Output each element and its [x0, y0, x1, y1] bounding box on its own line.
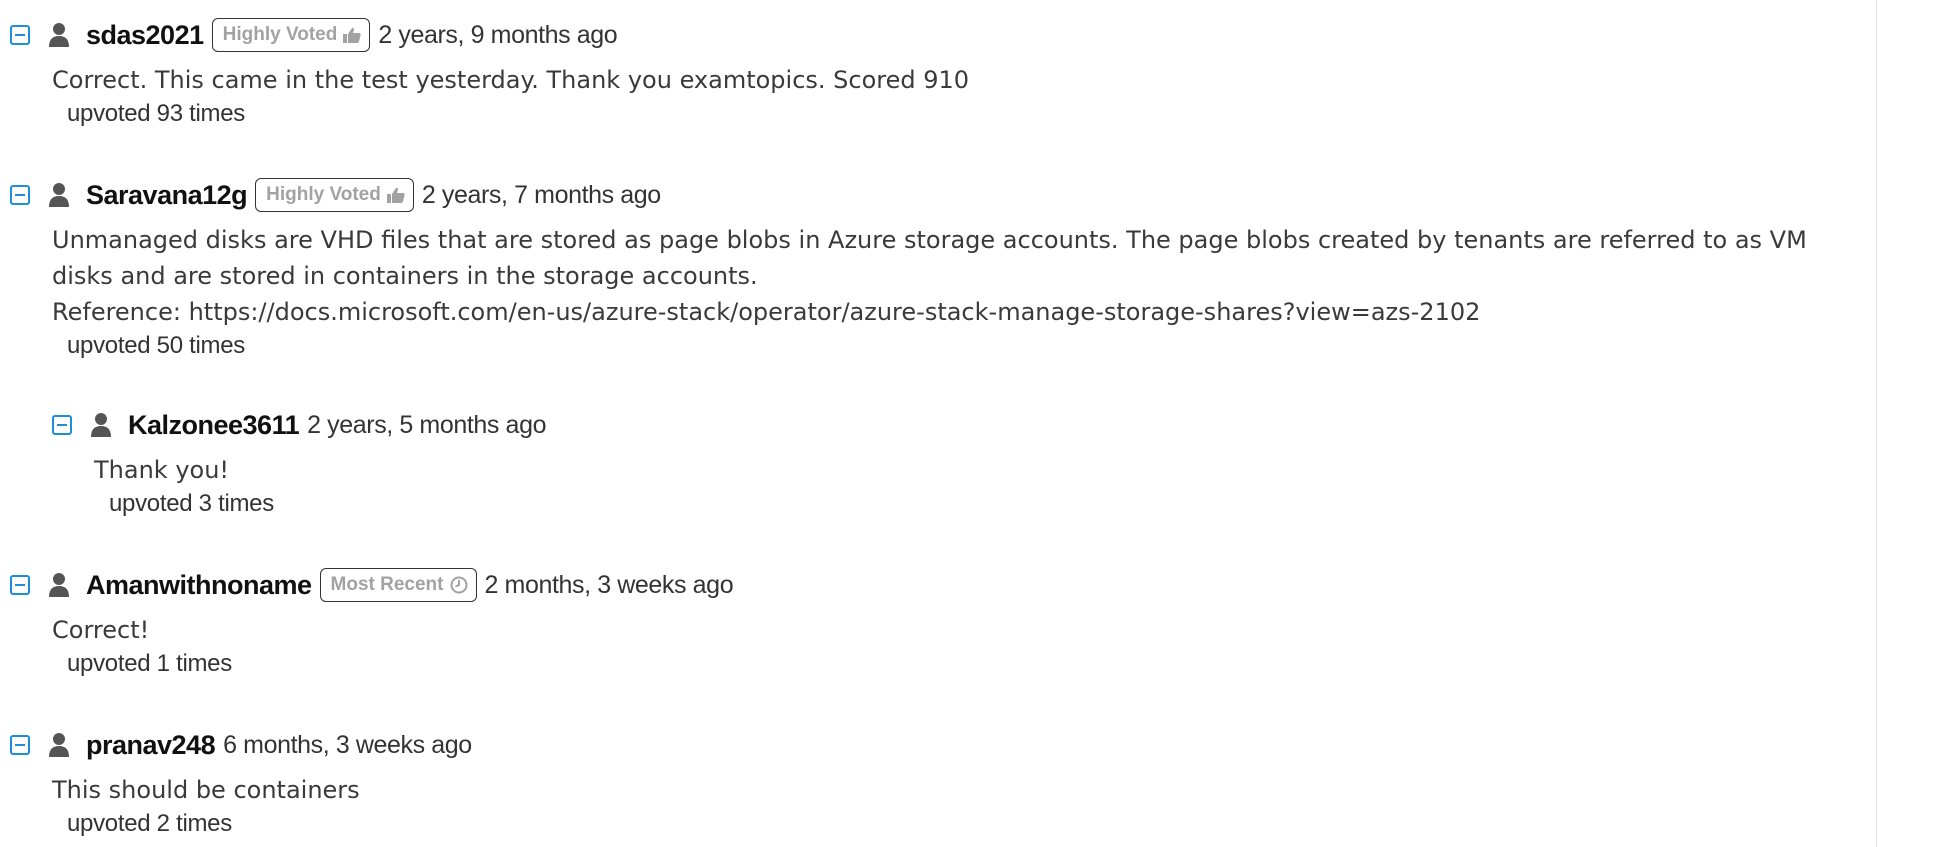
comment-header: Saravana12g Highly Voted 2 years, 7 mont… — [10, 174, 1807, 216]
comment-text-line: Unmanaged disks are VHD files that are s… — [52, 226, 1807, 254]
most-recent-badge: Most Recent — [319, 568, 477, 602]
reply-comment: Kalzonee3611 2 years, 5 months ago Thank… — [52, 404, 546, 518]
thumbs-up-icon — [343, 27, 361, 43]
upvote-count: upvoted 50 times — [67, 332, 245, 359]
comment: Amanwithnoname Most Recent 2 months, 3 w… — [10, 564, 734, 678]
user-icon — [48, 22, 70, 48]
comment-username[interactable]: pranav248 — [86, 730, 216, 761]
comment-header: pranav248 6 months, 3 weeks ago — [10, 724, 472, 766]
collapse-toggle-icon[interactable] — [10, 575, 30, 595]
comment-username[interactable]: Kalzonee3611 — [128, 410, 300, 441]
comment-header: Amanwithnoname Most Recent 2 months, 3 w… — [10, 564, 734, 606]
comment-username[interactable]: Amanwithnoname — [86, 570, 312, 601]
comment-header: sdas2021 Highly Voted 2 years, 9 months … — [10, 14, 969, 56]
comment-body: Unmanaged disks are VHD files that are s… — [52, 222, 1807, 330]
comment-body: Correct! — [52, 612, 733, 648]
comment-body: This should be containers — [52, 772, 472, 808]
comment: pranav248 6 months, 3 weeks ago This sho… — [10, 724, 472, 838]
collapse-toggle-icon[interactable] — [10, 735, 30, 755]
comment: Saravana12g Highly Voted 2 years, 7 mont… — [10, 174, 1807, 360]
user-icon — [48, 732, 70, 758]
comment-text-line: disks and are stored in containers in th… — [52, 262, 758, 290]
comment-text-line: Correct. This came in the test yesterday… — [52, 66, 970, 94]
thumbs-up-icon — [386, 187, 405, 203]
comment-reference-line: Reference: https://docs.microsoft.com/en… — [52, 298, 1481, 326]
badge-label: Highly Voted — [266, 184, 381, 205]
collapse-toggle-icon[interactable] — [10, 185, 30, 205]
comment: sdas2021 Highly Voted 2 years, 9 months … — [10, 14, 969, 128]
collapse-toggle-icon[interactable] — [52, 415, 72, 435]
collapse-toggle-icon[interactable] — [10, 25, 30, 45]
highly-voted-badge: Highly Voted — [255, 178, 414, 212]
comment-username[interactable]: sdas2021 — [86, 20, 204, 51]
comment-timestamp: 2 years, 9 months ago — [378, 20, 618, 49]
comment-timestamp: 2 years, 5 months ago — [307, 410, 547, 439]
clock-icon — [450, 576, 468, 594]
badge-label: Highly Voted — [222, 24, 338, 45]
upvote-count: upvoted 2 times — [67, 810, 232, 837]
comment-text-line: Thank you! — [94, 456, 230, 484]
upvote-count: upvoted 3 times — [109, 490, 274, 517]
comment-body: Thank you! — [94, 452, 546, 488]
comment-text-line: This should be containers — [52, 776, 360, 804]
upvote-count: upvoted 1 times — [67, 650, 232, 677]
comment-header: Kalzonee3611 2 years, 5 months ago — [52, 404, 546, 446]
comment-timestamp: 6 months, 3 weeks ago — [223, 730, 472, 759]
comment-text-line: Correct! — [52, 616, 150, 644]
upvote-count: upvoted 93 times — [67, 100, 245, 127]
comment-timestamp: 2 years, 7 months ago — [421, 180, 661, 209]
comment-timestamp: 2 months, 3 weeks ago — [484, 570, 734, 599]
highly-voted-badge: Highly Voted — [211, 18, 371, 52]
comment-username[interactable]: Saravana12g — [86, 180, 248, 211]
user-icon — [48, 182, 70, 208]
page-right-border — [1876, 0, 1877, 847]
comment-body: Correct. This came in the test yesterday… — [52, 62, 969, 98]
user-icon — [90, 412, 112, 438]
user-icon — [48, 572, 70, 598]
badge-label: Most Recent — [330, 574, 444, 595]
